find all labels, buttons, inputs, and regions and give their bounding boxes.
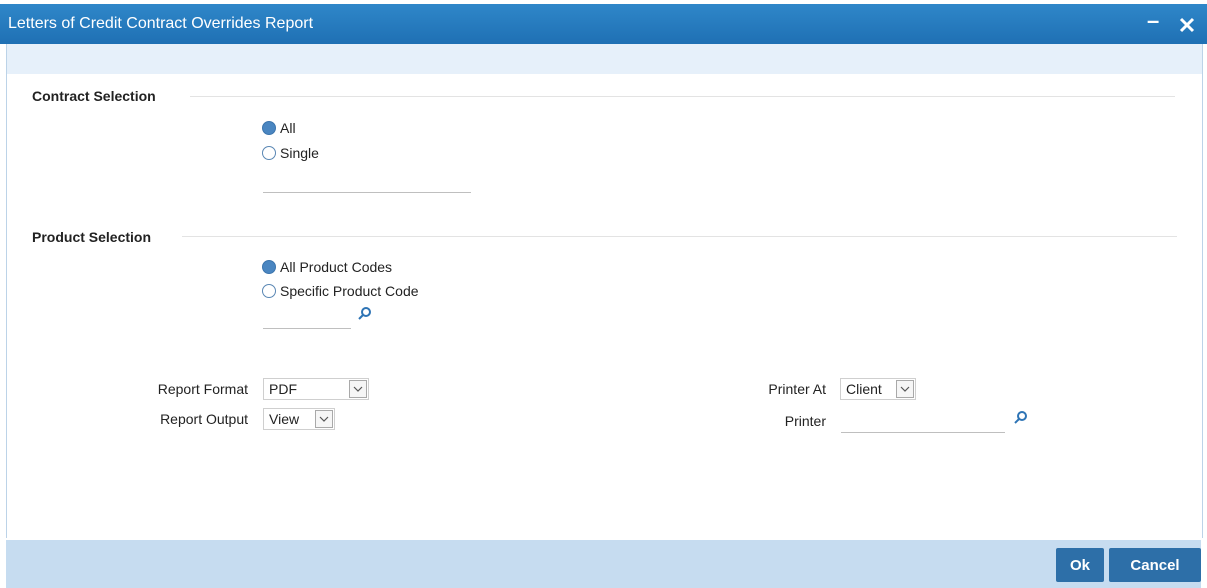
select-value: Client xyxy=(846,381,882,397)
radio-all-product-codes[interactable]: All Product Codes xyxy=(262,259,392,275)
report-format-select[interactable]: PDF xyxy=(263,378,369,400)
radio-label: All Product Codes xyxy=(280,259,393,275)
chevron-down-icon[interactable] xyxy=(315,410,333,428)
contract-reference-field[interactable] xyxy=(263,172,471,193)
product-selection-heading: Product Selection xyxy=(32,229,152,245)
radio-button-checked[interactable] xyxy=(262,260,276,274)
radio-label: All xyxy=(280,120,296,136)
product-code-field[interactable] xyxy=(263,308,351,329)
close-icon[interactable] xyxy=(1179,9,1195,39)
radio-button[interactable] xyxy=(262,284,276,298)
search-icon[interactable] xyxy=(358,306,372,325)
radio-button-checked[interactable] xyxy=(262,121,276,135)
report-format-label: Report Format xyxy=(157,381,248,397)
report-output-label: Report Output xyxy=(160,411,248,427)
report-output-select[interactable]: View xyxy=(263,408,335,430)
section-divider xyxy=(182,236,1177,237)
chevron-down-icon[interactable] xyxy=(349,380,367,398)
minimize-icon[interactable]: – xyxy=(1147,8,1159,34)
chevron-down-icon[interactable] xyxy=(896,380,914,398)
radio-contract-all[interactable]: All xyxy=(262,120,296,136)
printer-at-label: Printer At xyxy=(768,381,826,397)
radio-button[interactable] xyxy=(262,146,276,160)
ok-button[interactable]: Ok xyxy=(1056,548,1104,582)
title-bar: Letters of Credit Contract Overrides Rep… xyxy=(0,4,1207,44)
radio-label: Specific Product Code xyxy=(280,283,419,299)
printer-label: Printer xyxy=(784,413,826,429)
radio-label: Single xyxy=(280,145,319,161)
report-panel xyxy=(6,44,1203,538)
section-divider xyxy=(190,96,1175,97)
contract-selection-heading: Contract Selection xyxy=(32,88,156,104)
printer-at-select[interactable]: Client xyxy=(840,378,916,400)
search-icon[interactable] xyxy=(1014,410,1028,429)
printer-field[interactable] xyxy=(841,412,1005,433)
radio-contract-single[interactable]: Single xyxy=(262,145,319,161)
window-title: Letters of Credit Contract Overrides Rep… xyxy=(8,15,314,32)
select-value: View xyxy=(269,411,300,427)
select-value: PDF xyxy=(269,381,297,397)
toolbar-strip xyxy=(7,44,1202,74)
cancel-button[interactable]: Cancel xyxy=(1109,548,1201,582)
radio-specific-product-code[interactable]: Specific Product Code xyxy=(262,283,419,299)
footer-bar xyxy=(6,540,1201,588)
